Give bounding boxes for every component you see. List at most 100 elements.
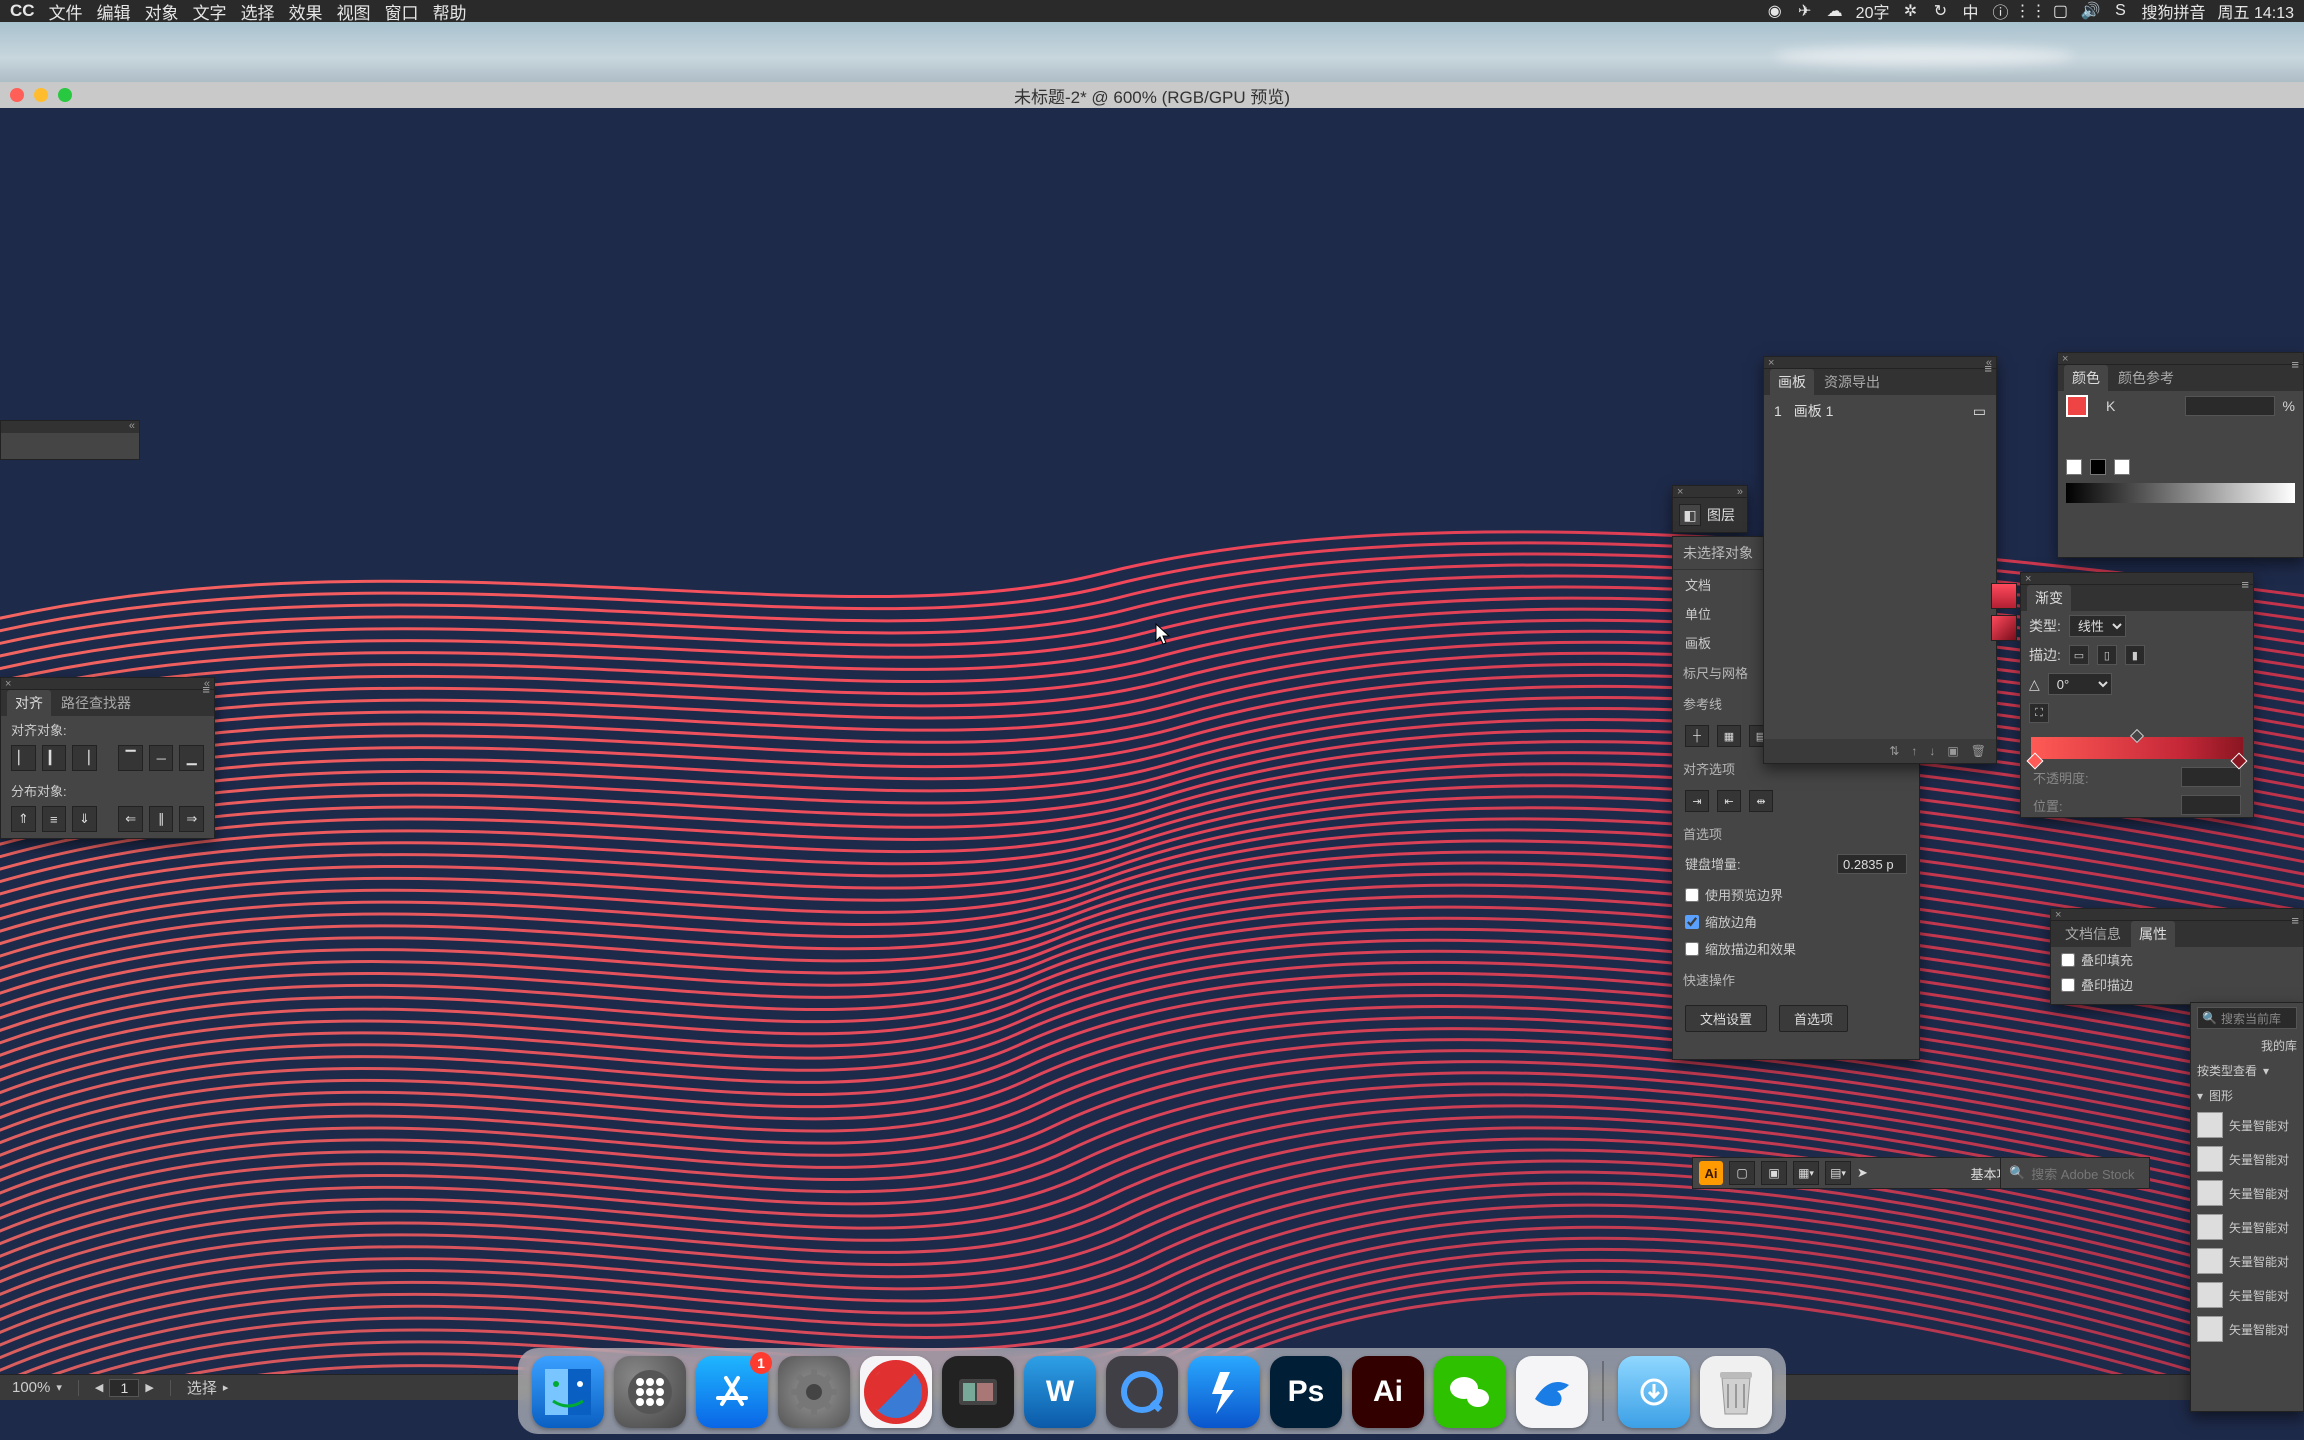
dock-wps[interactable]: W xyxy=(1024,1356,1096,1428)
gradient-opacity-field[interactable] xyxy=(2181,767,2241,787)
menu-effect[interactable]: 效果 xyxy=(289,0,323,24)
layers-icon[interactable]: ◧ xyxy=(1679,504,1701,526)
dock-safari[interactable] xyxy=(860,1356,932,1428)
tab-artboards[interactable]: 画板 xyxy=(1770,369,1814,395)
color-panel[interactable]: × 颜色 颜色参考 ≡ K % xyxy=(2057,352,2304,558)
library-item[interactable]: 矢量智能对 xyxy=(2191,1176,2303,1210)
stroke-mode-3[interactable]: ▮ xyxy=(2125,645,2145,665)
artboard-move-down-icon[interactable]: ↓ xyxy=(1929,744,1935,758)
dock-final-cut[interactable] xyxy=(942,1356,1014,1428)
key-increment-field[interactable] xyxy=(1837,854,1907,874)
prefs-button[interactable]: 首选项 xyxy=(1779,1005,1848,1032)
airplay-icon[interactable]: ▢ xyxy=(2051,2,2069,20)
dock-trash[interactable] xyxy=(1700,1356,1772,1428)
dist-top-button[interactable]: ⇑ xyxy=(11,806,36,832)
menu-view[interactable]: 视图 xyxy=(337,0,371,24)
tab-color-guide[interactable]: 颜色参考 xyxy=(2110,365,2182,391)
library-item[interactable]: 矢量智能对 xyxy=(2191,1210,2303,1244)
next-artboard-button[interactable]: ▶ xyxy=(145,1381,153,1394)
stroke-mode-2[interactable]: ▯ xyxy=(2097,645,2117,665)
none-color-icon[interactable] xyxy=(2066,459,2082,475)
panel-expand-icon[interactable]: » xyxy=(1737,486,1743,498)
overprint-stroke-check[interactable]: 叠印描边 xyxy=(2051,972,2303,997)
zoom-level[interactable]: 100% xyxy=(12,1379,50,1396)
titlebar[interactable]: 未标题-2* @ 600% (RGB/GPU 预览) xyxy=(0,82,2304,108)
ctrl-box-3[interactable]: ▦▾ xyxy=(1793,1161,1819,1185)
layers-collapsed-panel[interactable]: × » ◧ 图层 xyxy=(1672,485,1748,533)
new-artboard-icon[interactable]: ▣ xyxy=(1947,744,1958,758)
ctrl-box-2[interactable]: ▣ xyxy=(1761,1161,1787,1185)
panel-collapse-icon[interactable]: « xyxy=(129,420,135,432)
menubar-clock[interactable]: 周五 14:13 xyxy=(2218,0,2295,23)
align-top-button[interactable]: ▔ xyxy=(118,745,143,771)
white-swatch[interactable] xyxy=(2114,459,2130,475)
close-icon[interactable]: × xyxy=(1677,486,1683,498)
menu-object[interactable]: 对象 xyxy=(145,0,179,24)
dock-finder[interactable] xyxy=(532,1356,604,1428)
align-left-button[interactable]: ▏ xyxy=(11,745,36,771)
library-search[interactable]: 🔍 搜索当前库 xyxy=(2197,1007,2297,1029)
dist-vcenter-button[interactable]: ≡ xyxy=(42,806,67,832)
library-sort-dropdown[interactable]: 按类型查看 ▾ xyxy=(2191,1058,2303,1083)
tab-color[interactable]: 颜色 xyxy=(2064,365,2108,391)
panel-fragment[interactable]: « xyxy=(0,420,140,460)
close-icon[interactable]: × xyxy=(2062,353,2068,365)
menu-window[interactable]: 窗口 xyxy=(385,0,419,24)
menu-edit[interactable]: 编辑 xyxy=(97,0,131,24)
artboard-move-up-icon[interactable]: ↑ xyxy=(1911,744,1917,758)
fill-stroke-swatch[interactable] xyxy=(2066,395,2088,417)
menu-select[interactable]: 选择 xyxy=(241,0,275,24)
align-vcenter-button[interactable]: ─ xyxy=(149,745,174,771)
dist-hcenter-button[interactable]: ∥ xyxy=(149,806,174,832)
menu-type[interactable]: 文字 xyxy=(193,0,227,24)
gradient-midpoint[interactable] xyxy=(2130,729,2144,743)
dock-quicktime[interactable] xyxy=(1106,1356,1178,1428)
my-library-label[interactable]: 我的库 xyxy=(2191,1033,2303,1058)
layers-label[interactable]: 图层 xyxy=(1707,505,1735,525)
dist-right-button[interactable]: ⇒ xyxy=(179,806,204,832)
library-item[interactable]: 矢量智能对 xyxy=(2191,1312,2303,1346)
word-count[interactable]: 20字 xyxy=(1856,0,1890,23)
panel-menu-icon[interactable]: ≡ xyxy=(202,682,210,697)
library-item[interactable]: 矢量智能对 xyxy=(2191,1108,2303,1142)
dock-photoshop[interactable]: Ps xyxy=(1270,1356,1342,1428)
close-window-button[interactable] xyxy=(10,88,24,102)
gradient-swatch-radial[interactable] xyxy=(1991,615,2017,641)
wifi-icon[interactable]: ⋮⋮ xyxy=(2021,2,2039,20)
minimize-window-button[interactable] xyxy=(34,88,48,102)
dock-thunder[interactable] xyxy=(1188,1356,1260,1428)
attributes-panel[interactable]: × 文档信息 属性 ≡ 叠印填充 叠印描边 xyxy=(2050,908,2304,1005)
artboard-index-field[interactable] xyxy=(109,1379,139,1397)
library-item[interactable]: 矢量智能对 xyxy=(2191,1278,2303,1312)
check-scale-strokes[interactable]: 缩放边角 xyxy=(1685,912,1907,931)
tool-dropdown-icon[interactable]: ▸ xyxy=(223,1381,229,1394)
ime-indicator-icon[interactable]: 中 xyxy=(1961,2,1979,20)
bird-menubar-icon[interactable]: ✈ xyxy=(1796,2,1814,20)
panel-menu-icon[interactable]: ≡ xyxy=(2291,913,2299,928)
sync-icon[interactable]: ◉ xyxy=(1766,2,1784,20)
artboard-reorder-icon[interactable]: ⇅ xyxy=(1889,744,1899,758)
overprint-fill-check[interactable]: 叠印填充 xyxy=(2051,947,2303,972)
tab-pathfinder[interactable]: 路径查找器 xyxy=(53,690,139,716)
gear-icon[interactable]: ✲ xyxy=(1901,2,1919,20)
gradient-panel[interactable]: × 渐变 ≡ 类型: 线性 描边: ▭ ▯ ▮ △ 0° ⛶ 不透明度: 位置: xyxy=(2020,572,2254,818)
black-swatch[interactable] xyxy=(2090,459,2106,475)
dock-illustrator[interactable]: Ai xyxy=(1352,1356,1424,1428)
artboards-panel[interactable]: × « 画板 资源导出 ≡ 1 画板 1 ▭ ⇅ ↑ ↓ ▣ 🗑 xyxy=(1763,356,1997,764)
check-scale-effects[interactable]: 缩放描边和效果 xyxy=(1685,939,1907,958)
artboard-row[interactable]: 1 画板 1 ▭ xyxy=(1764,395,1996,427)
snap-point-button[interactable]: ┼ xyxy=(1685,725,1709,747)
gradient-location-field[interactable] xyxy=(2181,795,2241,815)
dist-bottom-button[interactable]: ⇓ xyxy=(72,806,97,832)
dock-wechat[interactable] xyxy=(1434,1356,1506,1428)
ctrl-box-1[interactable]: ▢ xyxy=(1729,1161,1755,1185)
panel-menu-icon[interactable]: ≡ xyxy=(2291,357,2299,372)
gradient-type-select[interactable]: 线性 xyxy=(2069,615,2126,637)
gradient-bar[interactable] xyxy=(2031,737,2243,759)
library-group-graphics[interactable]: ▾ 图形 xyxy=(2191,1083,2303,1108)
stroke-mode-1[interactable]: ▭ xyxy=(2069,645,2089,665)
cloud-icon[interactable]: ☁ xyxy=(1826,2,1844,20)
zoom-window-button[interactable] xyxy=(58,88,72,102)
aspect-lock-icon[interactable]: ⛶ xyxy=(2029,703,2049,723)
zoom-dropdown-icon[interactable]: ▾ xyxy=(56,1381,62,1394)
